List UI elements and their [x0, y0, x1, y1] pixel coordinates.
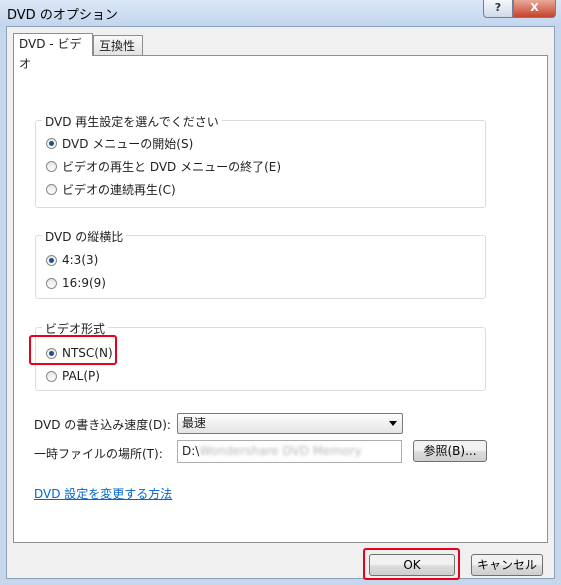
window-title: DVD のオプション [7, 8, 118, 23]
dvd-settings-help-link[interactable]: DVD 設定を変更する方法 [34, 485, 172, 502]
radio-button-icon[interactable] [46, 277, 57, 289]
radio-button-icon[interactable] [46, 370, 57, 382]
title-bar[interactable]: DVD のオプション ? X [0, 0, 561, 26]
radio-label: 16:9(9) [62, 276, 106, 290]
temp-location-prefix: D:\ [182, 444, 200, 458]
aspect-group-title: DVD の縦横比 [42, 228, 127, 245]
temp-location-label: 一時ファイルの場所(T): [34, 447, 163, 461]
radio-button-icon[interactable] [46, 183, 57, 195]
radio-button-icon[interactable] [46, 137, 57, 149]
ntsc-highlight-box [29, 335, 117, 365]
aspect-ratio-group: DVD の縦横比 4:3(3) 16:9(9) [35, 228, 486, 299]
help-button[interactable]: ? [483, 0, 513, 18]
radio-label: ビデオの連続再生(C) [62, 182, 176, 197]
burn-speed-value: 最速 [182, 416, 207, 430]
radio-button-icon[interactable] [46, 160, 57, 172]
temp-location-input[interactable]: D:\Wondershare DVD Memory [177, 440, 402, 463]
burn-speed-label: DVD の書き込み速度(D): [34, 418, 171, 432]
dvd-options-dialog: DVD のオプション ? X DVD - ビデオ 互換性 DVD 再生設定を選ん… [0, 0, 561, 585]
dialog-body: DVD - ビデオ 互換性 DVD 再生設定を選んでください DVD メニューの… [6, 26, 555, 580]
radio-pal[interactable]: PAL(P) [46, 367, 100, 385]
radio-continuous-play[interactable]: ビデオの連続再生(C) [46, 180, 176, 198]
tab-dvd-video[interactable]: DVD - ビデオ [13, 33, 93, 71]
close-button[interactable]: X [513, 0, 556, 18]
temp-location-path-blurred: Wondershare DVD Memory [199, 444, 362, 458]
burn-speed-select[interactable]: 最速 [177, 413, 403, 434]
tab-compatibility[interactable]: 互換性 [93, 35, 143, 55]
radio-label: DVD メニューの開始(S) [62, 136, 194, 151]
radio-label: 4:3(3) [62, 253, 99, 267]
playback-group-title: DVD 再生設定を選んでください [42, 113, 222, 130]
playback-settings-group: DVD 再生設定を選んでください DVD メニューの開始(S) ビデオの再生と … [35, 113, 486, 208]
radio-aspect-16-9[interactable]: 16:9(9) [46, 274, 106, 292]
radio-dvd-menu-start[interactable]: DVD メニューの開始(S) [46, 134, 193, 152]
ok-highlight-box [363, 548, 460, 580]
radio-play-and-end-menu[interactable]: ビデオの再生と DVD メニューの終了(E) [46, 157, 281, 175]
browse-button[interactable]: 参照(B)... [413, 440, 487, 462]
radio-button-icon[interactable] [46, 254, 57, 266]
chevron-down-icon [389, 421, 397, 426]
tab-panel-dvd-video: DVD 再生設定を選んでください DVD メニューの開始(S) ビデオの再生と … [13, 55, 548, 543]
cancel-button[interactable]: キャンセル [471, 554, 543, 576]
radio-label: ビデオの再生と DVD メニューの終了(E) [62, 159, 282, 174]
radio-label: PAL(P) [62, 369, 100, 383]
radio-aspect-4-3[interactable]: 4:3(3) [46, 251, 98, 269]
